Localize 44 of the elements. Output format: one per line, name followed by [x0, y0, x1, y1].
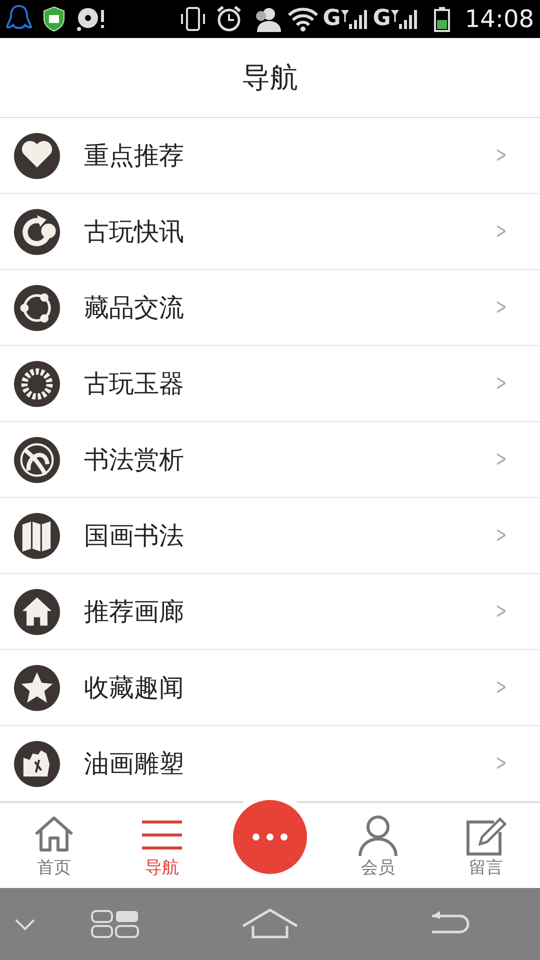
chevron: > — [495, 750, 506, 778]
disc-icon — [76, 6, 106, 32]
network-type: G — [372, 8, 391, 30]
home-button-icon — [241, 908, 299, 940]
recent-apps-icon — [91, 910, 139, 938]
signal-icon — [390, 8, 419, 30]
vibrate-icon — [178, 6, 207, 32]
shield-icon — [42, 6, 66, 32]
nav-tab[interactable]: 会员 — [324, 803, 432, 888]
clock: 14:08 — [464, 7, 534, 31]
menu-label: 古玩玉器 — [84, 368, 185, 400]
nav-tab[interactable]: 留言 — [432, 803, 540, 888]
network-type: G — [322, 8, 341, 30]
menu-label: 古玩快讯 — [84, 216, 185, 248]
menu-label: 推荐画廊 — [84, 596, 185, 628]
dots-icon — [252, 833, 288, 841]
wifi-icon — [286, 6, 319, 32]
menu-label: 书法赏析 — [84, 444, 185, 476]
alarm-icon — [214, 5, 243, 33]
menu-label: 国画书法 — [84, 520, 185, 552]
share-icon — [14, 284, 60, 330]
house-icon — [14, 588, 60, 634]
menu-label: 藏品交流 — [84, 292, 185, 324]
battery-icon — [432, 6, 451, 32]
chevron: > — [495, 294, 506, 322]
chevron: > — [495, 370, 506, 398]
menu-label: 油画雕塑 — [84, 748, 185, 780]
page-title: 导航 — [242, 60, 298, 96]
chevron: > — [495, 446, 506, 474]
signal-icon — [340, 8, 369, 30]
chevron: > — [495, 142, 506, 170]
menu-label: 收藏趣闻 — [84, 672, 185, 704]
ring-icon — [14, 360, 60, 406]
nav-tab[interactable]: 导航 — [108, 803, 216, 888]
menu-label: 重点推荐 — [84, 140, 185, 172]
chevron-down-icon — [14, 917, 36, 931]
chevron: > — [495, 522, 506, 550]
nav-tab[interactable]: 首页 — [0, 803, 108, 888]
chevron: > — [495, 598, 506, 626]
chevron: > — [495, 674, 506, 702]
map-icon — [14, 512, 60, 558]
person-icon — [356, 814, 400, 858]
refresh-icon — [14, 208, 60, 254]
chevron: > — [495, 218, 506, 246]
